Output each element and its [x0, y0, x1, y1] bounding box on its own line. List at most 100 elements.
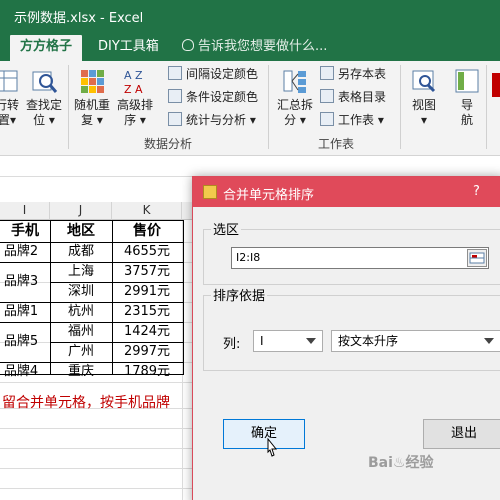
cell-price-2[interactable]: 3757元	[112, 262, 182, 282]
cell-phone-3[interactable]: 品牌1	[0, 302, 50, 322]
cell-price-5[interactable]: 1424元	[112, 322, 182, 342]
cell-region-1[interactable]: 成都	[50, 242, 112, 262]
ribbon-separator	[68, 65, 69, 149]
cell-price-1[interactable]: 4655元	[112, 242, 182, 262]
advanced-sort-label-1: 高级排	[116, 98, 153, 112]
random-repeat-label-1: 随机重	[73, 98, 110, 112]
navigation-label-2: 航	[460, 113, 473, 127]
cell-phone-4[interactable]: 品牌5	[0, 332, 50, 352]
ribbon-tab-bar: 方方格子 DIY工具箱 告诉我您想要做什么...	[0, 33, 500, 61]
cell-region-3[interactable]: 深圳	[50, 282, 112, 302]
range-select-icon	[469, 252, 485, 264]
chevron-down-icon	[306, 338, 316, 344]
sort-az-icon: A ZZ A	[124, 69, 143, 95]
interval-color-icon	[168, 66, 182, 80]
view-magnifier-icon	[412, 70, 436, 93]
column-header-J[interactable]: J	[50, 202, 112, 220]
navigation-button[interactable]: 导 航	[452, 67, 482, 128]
tab-fangfanggezi[interactable]: 方方格子	[10, 35, 82, 61]
directory-icon	[320, 89, 334, 103]
cell-region-4[interactable]: 杭州	[50, 302, 112, 322]
column-header-K[interactable]: K	[112, 202, 182, 220]
random-repeat-button[interactable]: 随机重 复 ▾	[72, 67, 112, 128]
summary-split-icon	[283, 70, 306, 93]
tell-me-search[interactable]: 告诉我您想要做什么...	[182, 35, 327, 61]
ribbon: 行转 置▾ 查找定 位 ▾ 随机重 复 ▾ AZZA 高级排 序 ▾ 间隔设定颜…	[0, 61, 500, 156]
random-grid-icon	[81, 70, 104, 93]
sort-order-select[interactable]: 按文本升序	[331, 330, 500, 352]
cell-phone-5[interactable]: 品牌4	[0, 362, 50, 382]
help-button[interactable]: ?	[473, 184, 480, 199]
random-repeat-label-2: 复 ▾	[81, 113, 103, 127]
condition-color-button[interactable]: 条件设定颜色	[168, 88, 258, 106]
interval-color-button[interactable]: 间隔设定颜色	[168, 65, 258, 83]
title-bar: 示例数据.xlsx - Excel	[0, 0, 500, 33]
ribbon-separator	[400, 65, 401, 149]
svg-text:A: A	[135, 83, 143, 95]
worksheet-button[interactable]: 工作表 ▾	[320, 111, 384, 129]
dialog-title-bar[interactable]: 合并单元格排序 ?	[193, 177, 500, 207]
table-directory-button[interactable]: 表格目录	[320, 88, 386, 106]
lightbulb-icon	[182, 39, 194, 51]
advanced-sort-button[interactable]: AZZA 高级排 序 ▾	[114, 67, 156, 128]
save-table-label: 另存本表	[338, 67, 387, 81]
cell-price-7[interactable]: 1789元	[112, 362, 182, 382]
summary-split-label-1: 汇总拆	[276, 98, 313, 112]
table-directory-label: 表格目录	[338, 90, 387, 104]
column-select[interactable]: I	[253, 330, 323, 352]
ribbon-separator	[486, 65, 487, 149]
view-button[interactable]: 视图 ▾	[406, 67, 442, 128]
header-region[interactable]: 地区	[50, 221, 112, 241]
svg-text:A: A	[124, 69, 132, 82]
find-locate-button[interactable]: 查找定 位 ▾	[24, 67, 64, 128]
range-input[interactable]: I2:I8	[231, 247, 489, 269]
condition-color-label: 条件设定颜色	[186, 90, 259, 104]
chevron-down-icon	[484, 338, 494, 344]
row-col-label-1: 行转	[0, 98, 19, 112]
transpose-icon	[0, 70, 18, 92]
row-col-label-2: 置▾	[0, 113, 17, 127]
app-icon	[203, 185, 217, 199]
tab-diy-toolbox[interactable]: DIY工具箱	[98, 35, 159, 61]
save-icon	[320, 66, 334, 80]
merged-cell-sort-dialog: 合并单元格排序 ? 选区 I2:I8 排序依据 列: I 按文本升序 确定 退出	[192, 176, 500, 500]
header-price[interactable]: 售价	[112, 221, 182, 241]
row-col-transpose-button[interactable]: 行转 置▾	[0, 67, 22, 128]
summary-split-button[interactable]: 汇总拆 分 ▾	[274, 67, 316, 128]
more-icon	[492, 73, 500, 97]
magnifier-icon	[32, 71, 58, 93]
advanced-sort-label-2: 序 ▾	[124, 113, 146, 127]
group-label-worksheet: 工作表	[318, 137, 355, 151]
stats-analysis-button[interactable]: 统计与分析 ▾	[168, 111, 256, 129]
sort-basis-legend: 排序依据	[211, 285, 268, 304]
cell-phone-2[interactable]: 品牌3	[0, 272, 50, 292]
column-header-I[interactable]: I	[0, 202, 50, 220]
interval-color-label: 间隔设定颜色	[186, 67, 259, 81]
watermark: Bai♨经验	[368, 455, 434, 471]
cell-region-2[interactable]: 上海	[50, 262, 112, 282]
find-locate-label-1: 查找定	[25, 98, 62, 112]
navigation-icon	[455, 69, 479, 93]
cell-price-3[interactable]: 2991元	[112, 282, 182, 302]
save-table-button[interactable]: 另存本表	[320, 65, 386, 83]
cell-region-5[interactable]: 福州	[50, 322, 112, 342]
exit-button[interactable]: 退出	[423, 419, 500, 449]
header-phone[interactable]: 手机	[0, 221, 50, 241]
worksheet-label: 工作表 ▾	[338, 113, 384, 127]
cell-price-6[interactable]: 2997元	[112, 342, 182, 362]
column-label: 列:	[223, 337, 241, 352]
worksheet-icon	[320, 112, 334, 126]
cell-region-6[interactable]: 广州	[50, 342, 112, 362]
cell-phone-1[interactable]: 品牌2	[0, 242, 50, 262]
view-label-2: ▾	[420, 113, 428, 127]
range-picker-button[interactable]	[467, 249, 487, 267]
find-locate-label-2: 位 ▾	[33, 113, 55, 127]
cell-price-4[interactable]: 2315元	[112, 302, 182, 322]
cell-region-7[interactable]: 重庆	[50, 362, 112, 382]
summary-split-label-2: 分 ▾	[284, 113, 306, 127]
column-select-value: I	[260, 334, 264, 348]
note-text: 留合并单元格，按手机品牌	[2, 395, 170, 411]
ribbon-separator	[268, 65, 269, 149]
stats-analysis-label: 统计与分析 ▾	[186, 113, 256, 127]
stats-icon	[168, 112, 182, 126]
